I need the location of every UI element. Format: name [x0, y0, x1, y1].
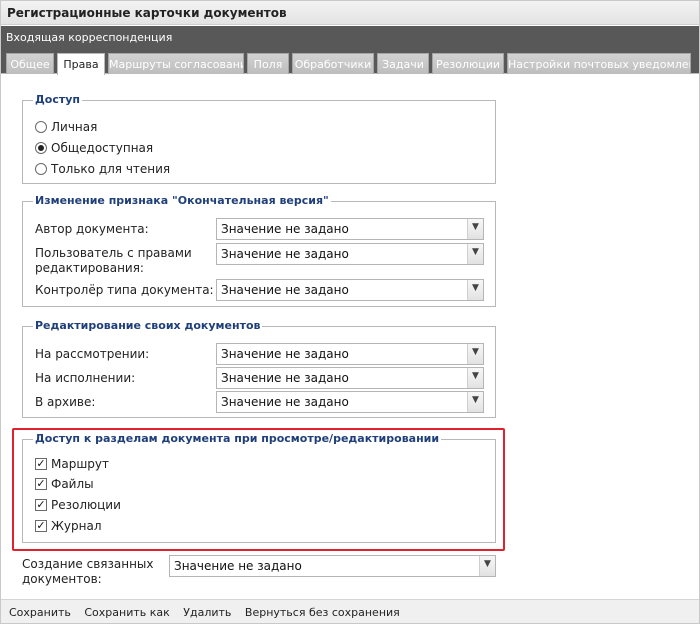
tab-handlers[interactable]: Обработчики — [292, 53, 374, 74]
under-review-label: На рассмотрении: — [35, 347, 150, 361]
delete-link[interactable]: Удалить — [183, 606, 231, 619]
select-value: Значение не задано — [221, 371, 349, 385]
section-route-checkbox[interactable]: ✓ Маршрут — [35, 457, 109, 471]
in-progress-select[interactable]: Значение не задано ▼ — [216, 367, 484, 389]
under-review-select[interactable]: Значение не задано ▼ — [216, 343, 484, 365]
save-as-link[interactable]: Сохранить как — [84, 606, 169, 619]
access-option-public[interactable]: Общедоступная — [35, 141, 153, 155]
access-legend: Доступ — [33, 93, 83, 106]
radio-button[interactable] — [35, 121, 47, 133]
window-title: Регистрационные карточки документов — [1, 1, 699, 25]
chevron-down-icon[interactable]: ▼ — [467, 392, 483, 412]
in-progress-label: На исполнении: — [35, 371, 136, 385]
sections-access-legend: Доступ к разделам документа при просмотр… — [33, 432, 442, 445]
back-without-saving-link[interactable]: Вернуться без сохранения — [245, 606, 400, 619]
footer-toolbar: Сохранить Сохранить как Удалить Вернутьс… — [1, 599, 699, 623]
access-option-label: Общедоступная — [51, 141, 154, 155]
checkmark-icon[interactable]: ✓ — [35, 478, 47, 490]
select-value: Значение не задано — [221, 247, 349, 261]
own-docs-fieldset: Редактирование своих документов На рассм… — [22, 319, 496, 418]
chevron-down-icon[interactable]: ▼ — [467, 344, 483, 364]
select-value: Значение не задано — [221, 222, 349, 236]
controller-label: Контролёр типа документа: — [35, 283, 214, 297]
tab-bar: Общее Права Маршруты согласования Поля О… — [1, 49, 699, 75]
chevron-down-icon[interactable]: ▼ — [467, 368, 483, 388]
checkbox-label: Журнал — [51, 519, 102, 533]
access-option-label: Только для чтения — [51, 162, 171, 176]
tab-resolutions[interactable]: Резолюции — [432, 53, 504, 74]
author-label: Автор документа: — [35, 222, 149, 236]
final-version-fieldset: Изменение признака "Окончательная версия… — [22, 194, 496, 307]
checkmark-icon[interactable]: ✓ — [35, 520, 47, 532]
checkbox-label: Маршрут — [51, 457, 110, 471]
access-option-label: Личная — [51, 120, 98, 134]
radio-button[interactable] — [35, 163, 47, 175]
archive-select[interactable]: Значение не задано ▼ — [216, 391, 484, 413]
editor-label: Пользователь с правами редактирования: — [35, 246, 192, 275]
save-link[interactable]: Сохранить — [9, 606, 71, 619]
tab-fields[interactable]: Поля — [247, 53, 289, 74]
linked-docs-select[interactable]: Значение не задано ▼ — [169, 555, 496, 577]
editor-select[interactable]: Значение не задано ▼ — [216, 243, 484, 265]
archive-label: В архиве: — [35, 395, 96, 409]
chevron-down-icon[interactable]: ▼ — [467, 280, 483, 300]
sections-access-fieldset: Доступ к разделам документа при просмотр… — [22, 432, 496, 543]
checkbox-label: Файлы — [51, 477, 94, 491]
chevron-down-icon[interactable]: ▼ — [467, 219, 483, 239]
tab-general[interactable]: Общее — [6, 53, 54, 74]
section-files-checkbox[interactable]: ✓ Файлы — [35, 477, 94, 491]
select-value: Значение не задано — [221, 395, 349, 409]
select-value: Значение не задано — [174, 559, 302, 573]
linked-docs-label: Создание связанных документов: — [22, 557, 154, 586]
final-version-legend: Изменение признака "Окончательная версия… — [33, 194, 331, 207]
access-fieldset: Доступ Личная Общедоступная Только для ч… — [22, 93, 496, 184]
tab-mail-notifications[interactable]: Настройки почтовых уведомлений — [507, 53, 691, 74]
controller-select[interactable]: Значение не задано ▼ — [216, 279, 484, 301]
access-option-readonly[interactable]: Только для чтения — [35, 162, 170, 176]
section-journal-checkbox[interactable]: ✓ Журнал — [35, 519, 102, 533]
access-option-personal[interactable]: Личная — [35, 120, 97, 134]
chevron-down-icon[interactable]: ▼ — [479, 556, 495, 576]
tab-approval-routes[interactable]: Маршруты согласования — [108, 53, 244, 74]
tab-tasks[interactable]: Задачи — [377, 53, 429, 74]
author-select[interactable]: Значение не задано ▼ — [216, 218, 484, 240]
tab-rights[interactable]: Права — [57, 53, 105, 75]
select-value: Значение не задано — [221, 347, 349, 361]
document-type-header: Входящая корреспонденция — [1, 26, 699, 49]
registration-cards-window: Регистрационные карточки документов Вход… — [0, 0, 700, 624]
select-value: Значение не задано — [221, 283, 349, 297]
checkmark-icon[interactable]: ✓ — [35, 499, 47, 511]
checkbox-label: Резолюции — [51, 498, 121, 512]
chevron-down-icon[interactable]: ▼ — [467, 244, 483, 264]
radio-button-selected[interactable] — [35, 142, 47, 154]
rights-tab-content: Доступ Личная Общедоступная Только для ч… — [1, 75, 699, 599]
section-resolutions-checkbox[interactable]: ✓ Резолюции — [35, 498, 121, 512]
checkmark-icon[interactable]: ✓ — [35, 458, 47, 470]
own-docs-legend: Редактирование своих документов — [33, 319, 263, 332]
